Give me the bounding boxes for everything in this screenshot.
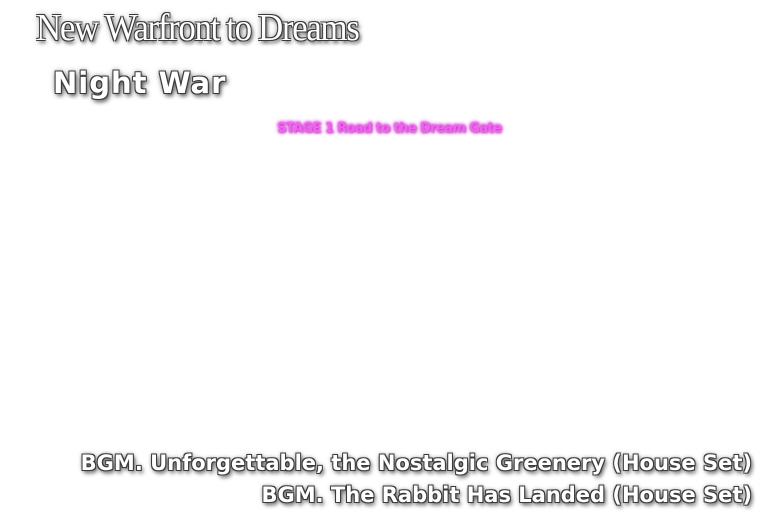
bgm-track-2: BGM. The Rabbit Has Landed (House Set) [261, 483, 753, 507]
game-screen: New Warfront to Dreams Night War STAGE 1… [0, 0, 768, 512]
bgm-track-1: BGM. Unforgettable, the Nostalgic Greene… [80, 451, 752, 475]
game-title: New Warfront to Dreams [36, 7, 360, 49]
stage-label: STAGE 1 Road to the Dream Gate [277, 121, 502, 136]
game-subtitle: Night War [53, 66, 227, 100]
